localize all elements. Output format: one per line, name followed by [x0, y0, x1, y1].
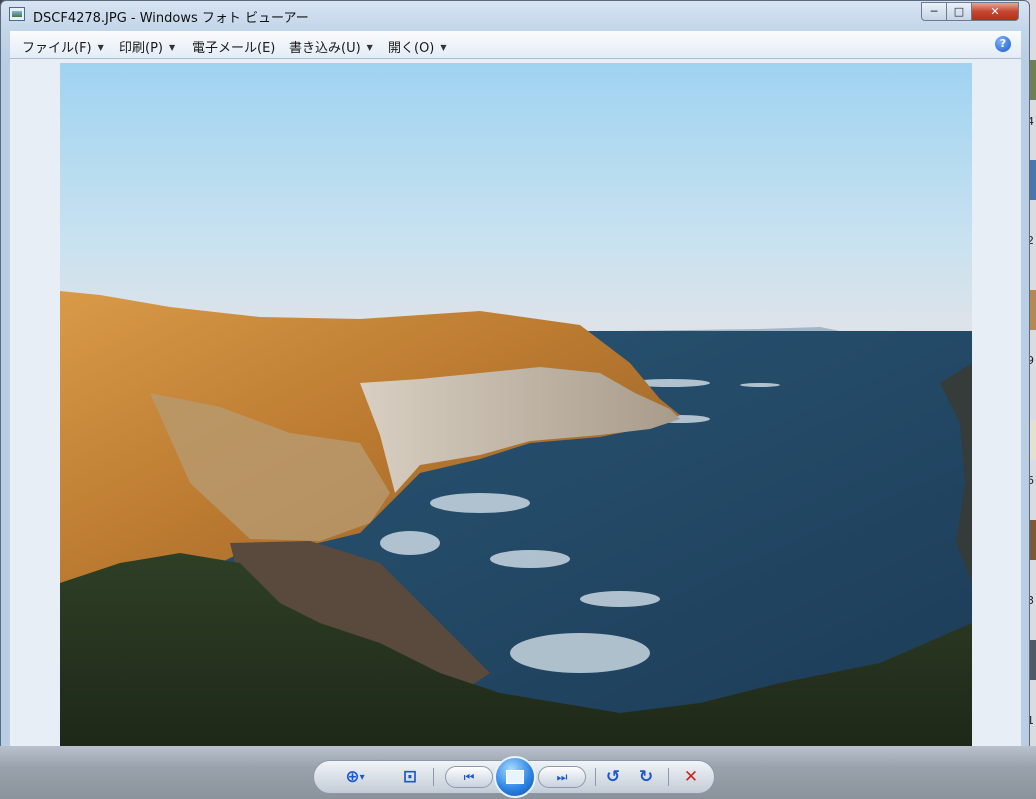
slideshow-button[interactable]	[494, 756, 536, 798]
menu-open-label: 開く(O)	[388, 41, 435, 56]
chevron-down-icon: ▼	[168, 43, 176, 52]
separator	[433, 768, 434, 786]
window-title: DSCF4278.JPG - Windows フォト ビューアー	[33, 11, 309, 26]
zoom-button[interactable]: ⊕ ▾	[342, 766, 368, 788]
actual-size-button[interactable]: ⊡	[397, 766, 423, 788]
menu-open[interactable]: 開く(O) ▼	[388, 37, 447, 56]
image-viewport[interactable]	[10, 59, 1021, 747]
maximize-button[interactable]: □	[946, 2, 972, 21]
minimize-button[interactable]: ─	[921, 2, 947, 21]
separator	[595, 768, 596, 786]
rotate-counterclockwise-button[interactable]: ↺	[600, 766, 626, 788]
chevron-down-icon: ▾	[359, 771, 365, 783]
menu-bar: ファイル(F) ▼ 印刷(P) ▼ 電子メール(E) 書き込み(U) ▼ 開く(O) ▼…	[10, 31, 1021, 59]
menu-burn-label: 書き込み(U)	[289, 41, 361, 56]
menu-email-label: 電子メール(E)	[192, 41, 276, 56]
title-bar[interactable]: DSCF4278.JPG - Windows フォト ビューアー ─ □ ✕	[1, 1, 1029, 29]
menu-burn[interactable]: 書き込み(U) ▼	[289, 37, 373, 56]
menu-print-label: 印刷(P)	[119, 41, 163, 56]
maximize-icon: □	[953, 5, 965, 18]
slideshow-icon	[506, 770, 524, 784]
photo-viewer-window: DSCF4278.JPG - Windows フォト ビューアー ─ □ ✕ フ…	[0, 0, 1030, 799]
close-icon: ✕	[990, 5, 1000, 18]
next-button[interactable]: ⏭	[538, 766, 586, 788]
photo-image	[60, 63, 972, 747]
previous-icon: ⏮	[463, 769, 475, 784]
next-icon: ⏭	[556, 769, 568, 784]
menu-email[interactable]: 電子メール(E)	[192, 37, 275, 56]
help-icon[interactable]: ?	[995, 36, 1011, 52]
close-button[interactable]: ✕	[971, 2, 1019, 21]
separator	[668, 768, 669, 786]
menu-file[interactable]: ファイル(F) ▼	[22, 37, 104, 56]
photo-viewer-app-icon[interactable]	[9, 7, 25, 21]
menu-print[interactable]: 印刷(P) ▼	[119, 37, 175, 56]
menu-file-label: ファイル(F)	[22, 41, 92, 56]
chevron-down-icon: ▼	[440, 43, 447, 52]
rotate-clockwise-button[interactable]: ↻	[633, 766, 659, 788]
rotate-counterclockwise-icon: ↺	[605, 767, 621, 787]
chevron-down-icon: ▼	[97, 43, 104, 52]
rotate-clockwise-icon: ↻	[638, 767, 654, 787]
actual-size-icon: ⊡	[402, 767, 418, 787]
delete-icon: ✕	[683, 767, 699, 787]
zoom-icon: ⊕	[345, 767, 360, 787]
previous-button[interactable]: ⏮	[445, 766, 493, 788]
delete-button[interactable]: ✕	[678, 766, 704, 788]
displayed-photo	[60, 63, 972, 747]
chevron-down-icon: ▼	[366, 43, 373, 52]
minimize-icon: ─	[930, 5, 938, 18]
